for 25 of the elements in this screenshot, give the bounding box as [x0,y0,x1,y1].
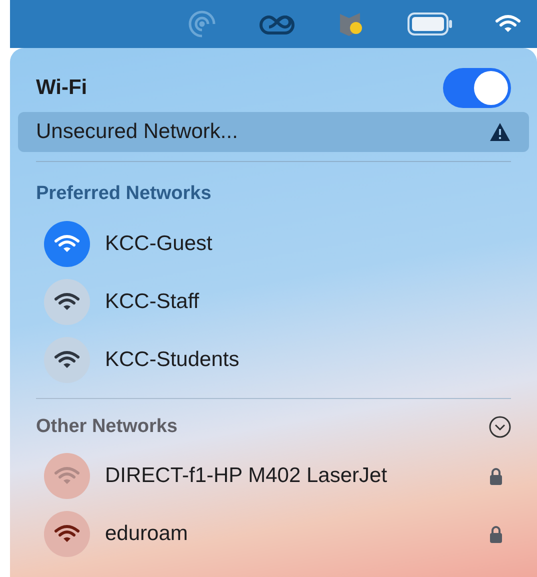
wifi-title: Wi-Fi [36,75,88,102]
network-item[interactable]: KCC-Staff [18,272,529,330]
network-name: KCC-Staff [105,288,200,315]
wifi-icon [54,292,80,312]
network-item[interactable]: KCC-Students [18,330,529,388]
network-name: KCC-Students [105,346,240,373]
wifi-toggle[interactable] [443,68,511,108]
network-name: eduroam [105,521,189,548]
network-item[interactable]: KCC-Guest [18,214,529,272]
wifi-icon [54,466,80,486]
section-header: Other Networks [36,414,178,438]
chevron-circle-icon[interactable] [489,416,511,438]
current-network-row[interactable]: Unsecured Network... [18,112,529,152]
network-item[interactable]: DIRECT-f1-HP M402 LaserJet [18,447,529,505]
shield-alert-icon[interactable] [337,10,365,38]
current-network-name: Unsecured Network... [36,119,238,146]
wifi-icon [54,350,80,370]
battery-icon[interactable] [407,12,453,36]
wifi-status-icon [495,14,521,34]
network-item[interactable]: eduroam [18,505,529,563]
wifi-icon [54,524,80,544]
wifi-icon [54,234,80,254]
section-header: Preferred Networks [35,182,212,206]
network-name: KCC-Guest [105,230,214,257]
network-name: DIRECT-f1-HP M402 LaserJet [105,463,388,490]
